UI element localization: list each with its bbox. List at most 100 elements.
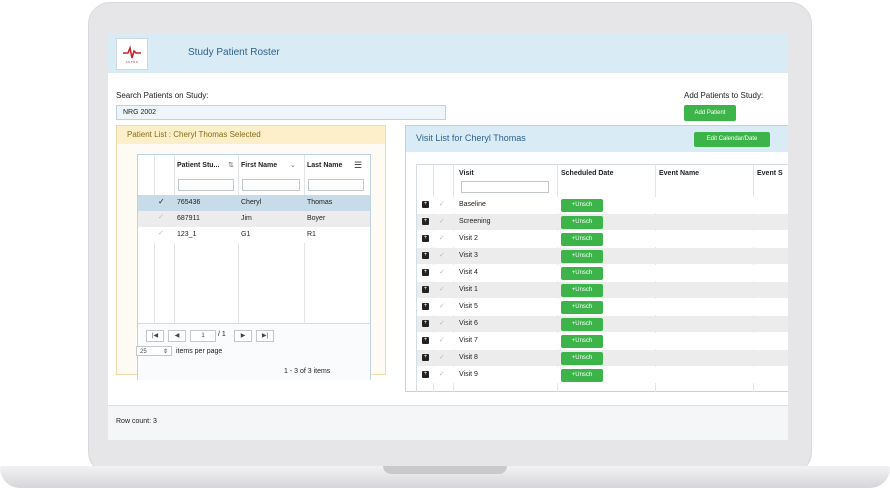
laptop-notch [383, 466, 507, 474]
edit-calendar-button[interactable]: Edit Calendar/Date [694, 132, 770, 147]
page-size-value: 25 [140, 349, 147, 355]
row-check-icon[interactable]: ✓ [439, 234, 445, 242]
logo-text: ANTRS [125, 60, 139, 64]
visit-name: Visit 1 [459, 286, 478, 293]
patient-last-name: Thomas [307, 199, 333, 206]
expand-row-icon[interactable]: + [422, 252, 429, 259]
visit-list-title: Visit List for Cheryl Thomas [416, 133, 526, 143]
visit-name: Visit 3 [459, 252, 478, 259]
row-check-icon[interactable]: ✓ [439, 319, 445, 327]
row-check-icon[interactable]: ✓ [158, 229, 164, 237]
grid-pager-bar: |◀ ◀ 1 / 1 ▶ ▶| 25 ⇕ items per page 1 - … [136, 323, 370, 380]
visit-name: Visit 9 [459, 371, 478, 378]
visit-name: Visit 5 [459, 303, 478, 310]
row-check-icon[interactable]: ✓ [439, 302, 445, 310]
items-per-page-label: items per page [176, 348, 223, 355]
visit-name: Screening [459, 218, 491, 225]
visit-name: Visit 6 [459, 320, 478, 327]
expand-row-icon[interactable]: + [422, 320, 429, 327]
row-check-icon[interactable]: ✓ [158, 213, 164, 221]
visit-name: Visit 7 [459, 337, 478, 344]
add-patient-button[interactable]: Add Patient [684, 105, 736, 121]
row-check-icon[interactable]: ✓ [439, 217, 445, 225]
unscheduled-button[interactable]: +Unsch [561, 216, 603, 229]
expand-row-icon[interactable]: + [422, 337, 429, 344]
row-check-icon[interactable]: ✓ [439, 200, 445, 208]
page-total: / 1 [218, 331, 226, 338]
patient-id: 123_1 [177, 231, 197, 238]
search-input[interactable]: NRG 2002 [116, 105, 446, 120]
unscheduled-button[interactable]: +Unsch [561, 352, 603, 365]
patient-list-panel: Patient List : Cheryl Thomas Selected Pa… [116, 125, 386, 380]
filter-last-name[interactable] [308, 179, 364, 191]
unscheduled-button[interactable]: +Unsch [561, 199, 603, 212]
last-page-button[interactable]: ▶| [256, 330, 274, 342]
col-header-event-status[interactable]: Event S [757, 170, 783, 177]
visit-grid: Visit Scheduled Date Event Name Event S … [416, 164, 788, 392]
patient-last-name: Boyer [307, 215, 326, 222]
logo-heartbeat-icon [123, 45, 141, 59]
patient-first-name: Jim [241, 215, 252, 222]
expand-row-icon[interactable]: + [422, 303, 429, 310]
col-header-event-name[interactable]: Event Name [659, 170, 699, 177]
patient-grid: Patient Stu... ⇅ First Name ⌄ Last Name … [136, 154, 371, 380]
unscheduled-button[interactable]: +Unsch [561, 318, 603, 331]
table-row[interactable] [138, 211, 370, 227]
expand-row-icon[interactable]: + [422, 286, 429, 293]
status-footer: Row count: 3 [108, 405, 788, 440]
patient-first-name: Cheryl [241, 199, 262, 206]
col-header-first-name[interactable]: First Name [241, 162, 277, 169]
expand-row-icon[interactable]: + [422, 235, 429, 242]
app-header: ANTRS Study Patient Roster [108, 33, 788, 73]
chevron-down-icon: ⌄ [290, 162, 296, 169]
search-label: Search Patients on Study: [116, 91, 209, 100]
add-patients-label: Add Patients to Study: [684, 91, 764, 100]
page-size-select[interactable]: 25 ⇕ [136, 346, 172, 356]
visit-name: Visit 2 [459, 235, 478, 242]
row-check-icon[interactable]: ✓ [439, 336, 445, 344]
visit-list-header: Visit List for Cheryl Thomas Edit Calend… [406, 126, 788, 152]
unscheduled-button[interactable]: +Unsch [561, 301, 603, 314]
expand-row-icon[interactable]: + [422, 218, 429, 225]
patient-last-name: R1 [307, 231, 316, 238]
unscheduled-button[interactable]: +Unsch [561, 284, 603, 297]
sort-icon: ⇅ [228, 162, 234, 169]
page-number-input[interactable]: 1 [190, 330, 216, 342]
expand-row-icon[interactable]: + [422, 201, 429, 208]
next-page-button[interactable]: ▶ [234, 330, 252, 342]
app-logo: ANTRS [116, 38, 148, 70]
row-check-icon[interactable]: ✓ [439, 268, 445, 276]
filter-patient-study[interactable] [178, 179, 234, 191]
page-title: Study Patient Roster [188, 47, 280, 58]
patient-first-name: G1 [241, 231, 251, 238]
unscheduled-button[interactable]: +Unsch [561, 335, 603, 348]
table-row[interactable] [138, 227, 370, 243]
patient-id: 765436 [177, 199, 201, 206]
filter-first-name[interactable] [242, 179, 300, 191]
filter-visit[interactable] [461, 181, 549, 193]
visit-name: Visit 4 [459, 269, 478, 276]
col-header-scheduled-date[interactable]: Scheduled Date [561, 170, 614, 177]
patient-list-title: Patient List : Cheryl Thomas Selected [117, 126, 385, 144]
column-menu-icon[interactable]: ☰ [354, 160, 362, 171]
expand-row-icon[interactable]: + [422, 354, 429, 361]
visit-name: Visit 8 [459, 354, 478, 361]
selected-check-icon[interactable]: ✓ [158, 197, 165, 206]
row-check-icon[interactable]: ✓ [439, 370, 445, 378]
first-page-button[interactable]: |◀ [146, 330, 164, 342]
col-header-last-name[interactable]: Last Name [307, 162, 342, 169]
row-check-icon[interactable]: ✓ [439, 353, 445, 361]
unscheduled-button[interactable]: +Unsch [561, 250, 603, 263]
prev-page-button[interactable]: ◀ [168, 330, 186, 342]
row-check-icon[interactable]: ✓ [439, 251, 445, 259]
row-check-icon[interactable]: ✓ [439, 285, 445, 293]
expand-row-icon[interactable]: + [422, 269, 429, 276]
unscheduled-button[interactable]: +Unsch [561, 369, 603, 382]
app-screen: ANTRS Study Patient Roster Search Patien… [108, 33, 788, 440]
expand-row-icon[interactable]: + [422, 371, 429, 378]
col-header-patient-study[interactable]: Patient Stu... [177, 162, 219, 169]
unscheduled-button[interactable]: +Unsch [561, 267, 603, 280]
row-count: Row count: 3 [116, 418, 157, 425]
col-header-visit[interactable]: Visit [459, 170, 474, 177]
unscheduled-button[interactable]: +Unsch [561, 233, 603, 246]
